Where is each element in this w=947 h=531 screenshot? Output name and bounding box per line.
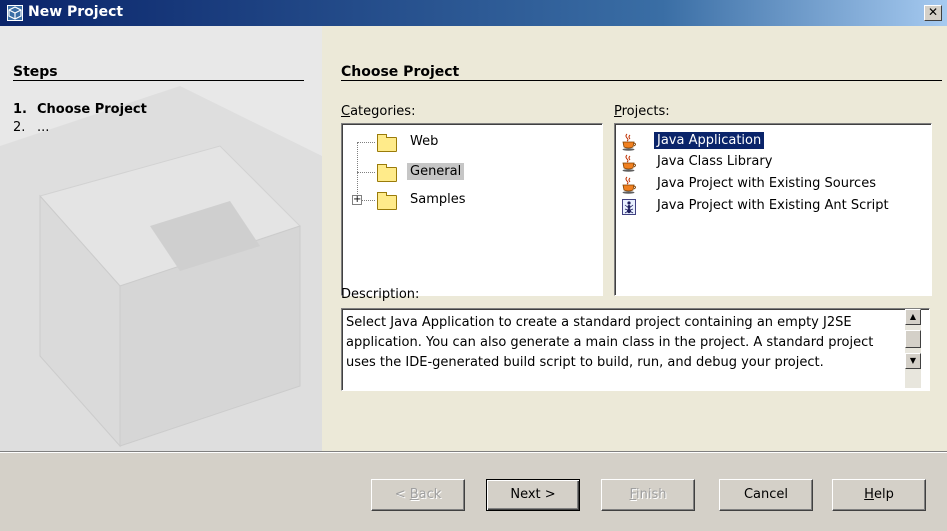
scroll-down-button[interactable]: ▼: [905, 353, 921, 369]
java-cup-icon: [622, 176, 636, 194]
ant-icon: [622, 199, 636, 215]
list-item-label: Java Project with Existing Ant Script: [657, 198, 889, 213]
projects-label: Projects:: [614, 104, 670, 119]
list-item-label: Java Project with Existing Sources: [657, 176, 876, 191]
window-title: New Project: [28, 4, 124, 20]
list-item-label: Java Application: [654, 132, 765, 149]
list-item-java-application[interactable]: Java Application: [621, 132, 921, 152]
scroll-up-button[interactable]: ▲: [905, 309, 921, 325]
java-cup-icon: [622, 154, 636, 172]
page-title: Choose Project: [341, 64, 460, 80]
list-item-java-project-existing-sources[interactable]: Java Project with Existing Sources: [621, 175, 921, 195]
folder-icon: [377, 164, 397, 182]
steps-heading: Steps: [13, 64, 58, 80]
close-button[interactable]: ✕: [924, 5, 942, 21]
step-number: 2.: [13, 120, 26, 135]
next-button[interactable]: Next >: [486, 479, 580, 511]
list-item-java-project-existing-ant-script[interactable]: Java Project with Existing Ant Script: [621, 197, 921, 217]
title-divider: [341, 80, 942, 81]
netbeans-cube-icon: [7, 5, 23, 21]
scroll-thumb[interactable]: [905, 330, 921, 348]
help-button[interactable]: Help: [832, 479, 926, 511]
categories-label: Categories:: [341, 104, 416, 119]
tree-item-samples[interactable]: + Samples: [342, 190, 542, 210]
description-label: Description:: [341, 287, 420, 302]
tree-item-label: Web: [410, 134, 439, 149]
step-label: ...: [37, 120, 50, 135]
arrow-up-icon: ▲: [909, 312, 917, 321]
footer-divider-highlight: [0, 452, 947, 453]
decorative-background-art: [0, 26, 322, 451]
categories-tree[interactable]: Web General + Samples: [341, 123, 603, 296]
tree-item-general[interactable]: General: [342, 162, 542, 182]
folder-icon: [377, 134, 397, 152]
title-bar[interactable]: New Project ✕: [0, 0, 947, 26]
description-text: Select Java Application to create a stan…: [346, 315, 874, 370]
expand-plus-icon[interactable]: +: [352, 195, 362, 205]
close-icon: ✕: [927, 5, 939, 19]
tree-item-label: Samples: [410, 192, 466, 207]
step-number: 1.: [13, 102, 27, 117]
back-button[interactable]: < Back: [371, 479, 465, 511]
step-item: 2....: [13, 120, 49, 135]
steps-divider: [13, 80, 304, 81]
steps-panel: Steps 1. Choose Project 2....: [0, 26, 322, 451]
folder-icon: [377, 192, 397, 210]
list-item-label: Java Class Library: [657, 154, 773, 169]
step-label: Choose Project: [37, 102, 147, 117]
arrow-down-icon: ▼: [909, 356, 917, 365]
java-cup-icon: [622, 133, 636, 151]
description-box[interactable]: Select Java Application to create a stan…: [341, 308, 930, 391]
projects-list[interactable]: Java Application Java Class Library Java…: [614, 123, 932, 296]
tree-item-web[interactable]: Web: [342, 132, 542, 152]
cancel-button[interactable]: Cancel: [719, 479, 813, 511]
description-scrollbar[interactable]: ▲ ▼: [905, 309, 921, 388]
finish-button[interactable]: Finish: [601, 479, 695, 511]
content-panel: Choose Project Categories: Web General +…: [322, 26, 947, 451]
list-item-java-class-library[interactable]: Java Class Library: [621, 153, 921, 173]
step-item: 1. Choose Project: [13, 102, 147, 117]
tree-item-label: General: [407, 163, 465, 180]
